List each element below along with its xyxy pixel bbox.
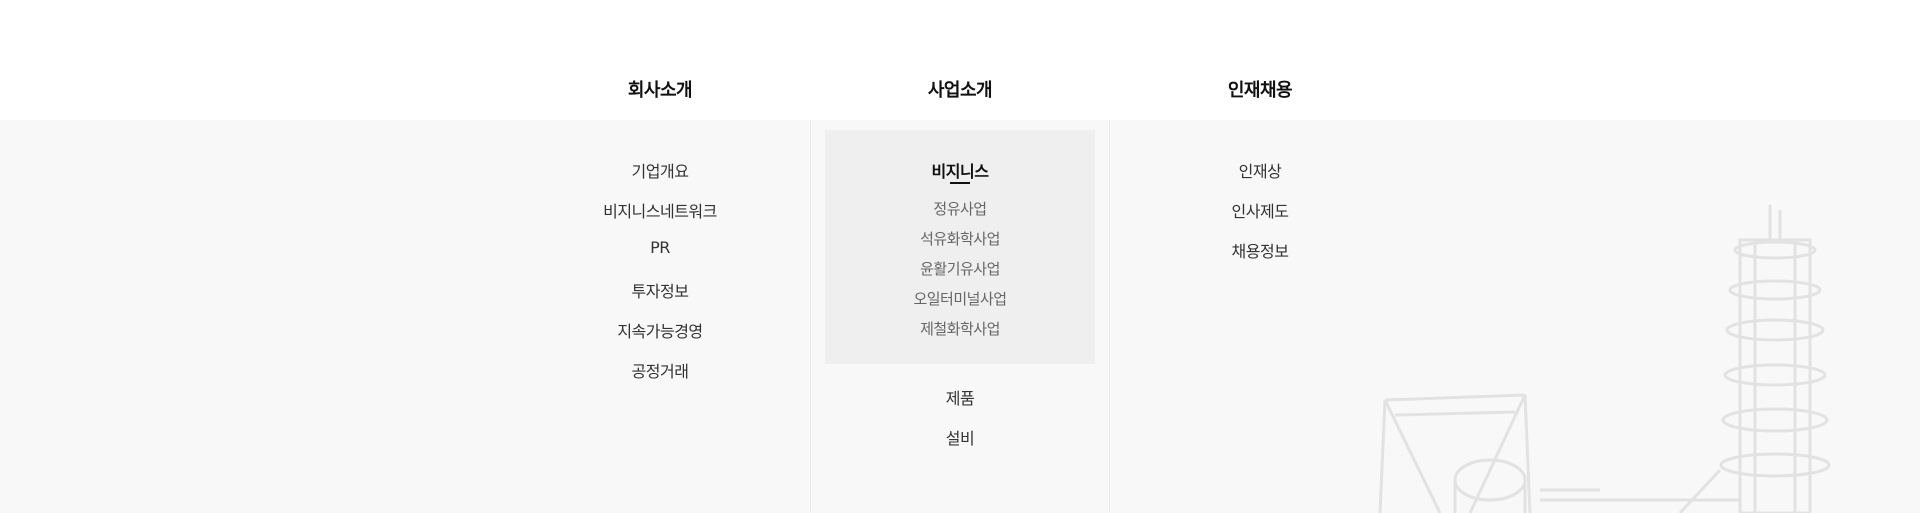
menu-item-pr[interactable]: PR (510, 238, 810, 257)
menu-item-ideal-talent[interactable]: 인재상 (1110, 158, 1410, 182)
menu-item-business-active[interactable]: 비지니스 (825, 158, 1095, 182)
mega-menu-panel: 기업개요 비지니스네트워크 PR 투자정보 지속가능경영 공정거래 비지니스 정… (0, 120, 1920, 513)
menu-item-hr-system[interactable]: 인사제도 (1110, 198, 1410, 222)
menu-item-recruitment-info[interactable]: 채용정보 (1110, 238, 1410, 262)
menu-item-fair-trade[interactable]: 공정거래 (510, 358, 810, 382)
menu-item-investor[interactable]: 투자정보 (510, 278, 810, 302)
menu-item-products[interactable]: 제품 (810, 385, 1110, 409)
column-divider-left (810, 120, 811, 513)
nav-title-business[interactable]: 사업소개 (810, 76, 1110, 102)
nav-title-company[interactable]: 회사소개 (510, 76, 810, 102)
top-header-bar: 회사소개 사업소개 인재채용 (0, 0, 1920, 120)
menu-item-facilities[interactable]: 설비 (810, 425, 1110, 449)
active-underline (950, 182, 970, 184)
submenu-item-lube-base-oil[interactable]: 윤활기유사업 (825, 258, 1095, 279)
submenu-item-oil-terminal[interactable]: 오일터미널사업 (825, 288, 1095, 309)
menu-item-overview[interactable]: 기업개요 (510, 158, 810, 182)
submenu-item-refining[interactable]: 정유사업 (825, 198, 1095, 219)
nav-title-recruit[interactable]: 인재채용 (1110, 76, 1410, 102)
menu-item-sustainability[interactable]: 지속가능경영 (510, 318, 810, 342)
menu-item-network[interactable]: 비지니스네트워크 (510, 198, 810, 222)
submenu-item-steel-chemical[interactable]: 제철화학사업 (825, 318, 1095, 339)
submenu-item-petrochemical[interactable]: 석유화학사업 (825, 228, 1095, 249)
